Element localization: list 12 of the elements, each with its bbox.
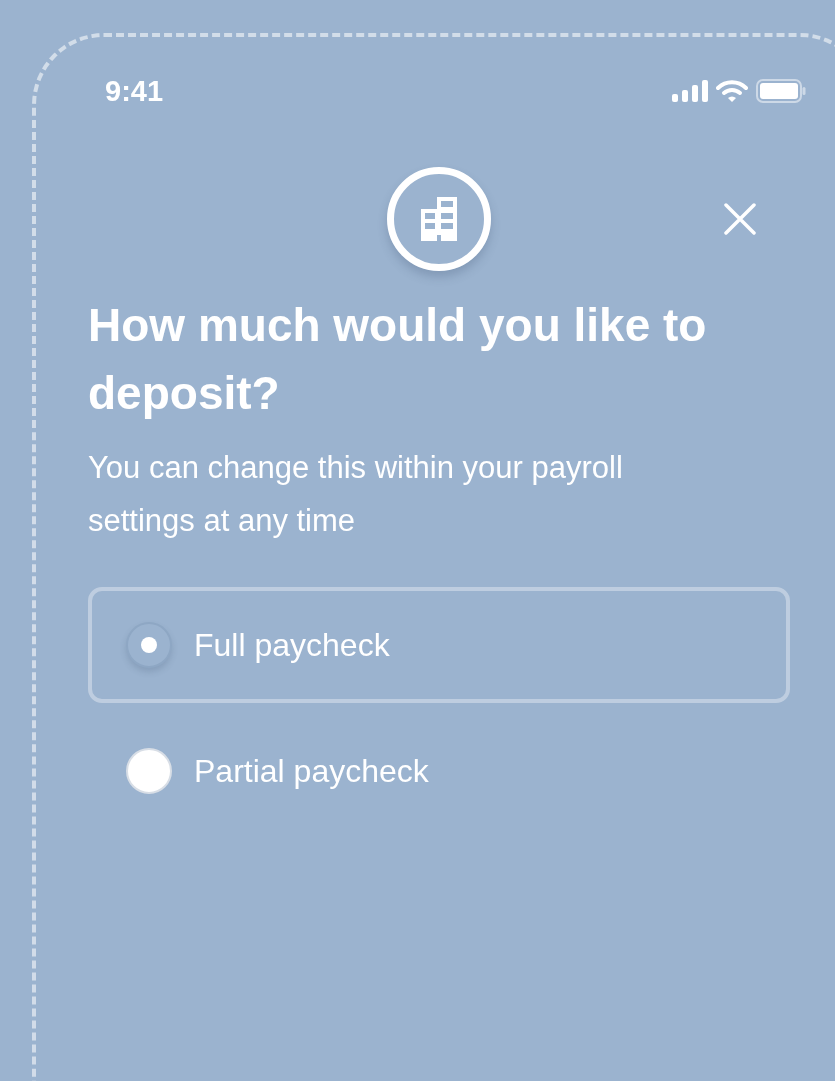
wifi-icon: [716, 79, 748, 103]
radio-option[interactable]: Full paycheck: [88, 587, 790, 703]
status-time: 9:41: [105, 74, 164, 108]
building-icon: [421, 197, 457, 241]
subtitle-text: You can change this within your payroll settings at any time: [88, 449, 624, 540]
battery-icon: [756, 79, 806, 103]
close-button[interactable]: [724, 203, 756, 235]
signal-icon: [672, 80, 708, 102]
question-heading: How much would you like to deposit?: [88, 298, 708, 421]
close-icon: [724, 203, 756, 235]
radio-button[interactable]: [126, 622, 172, 668]
radio-option[interactable]: Partial paycheck: [88, 713, 790, 829]
